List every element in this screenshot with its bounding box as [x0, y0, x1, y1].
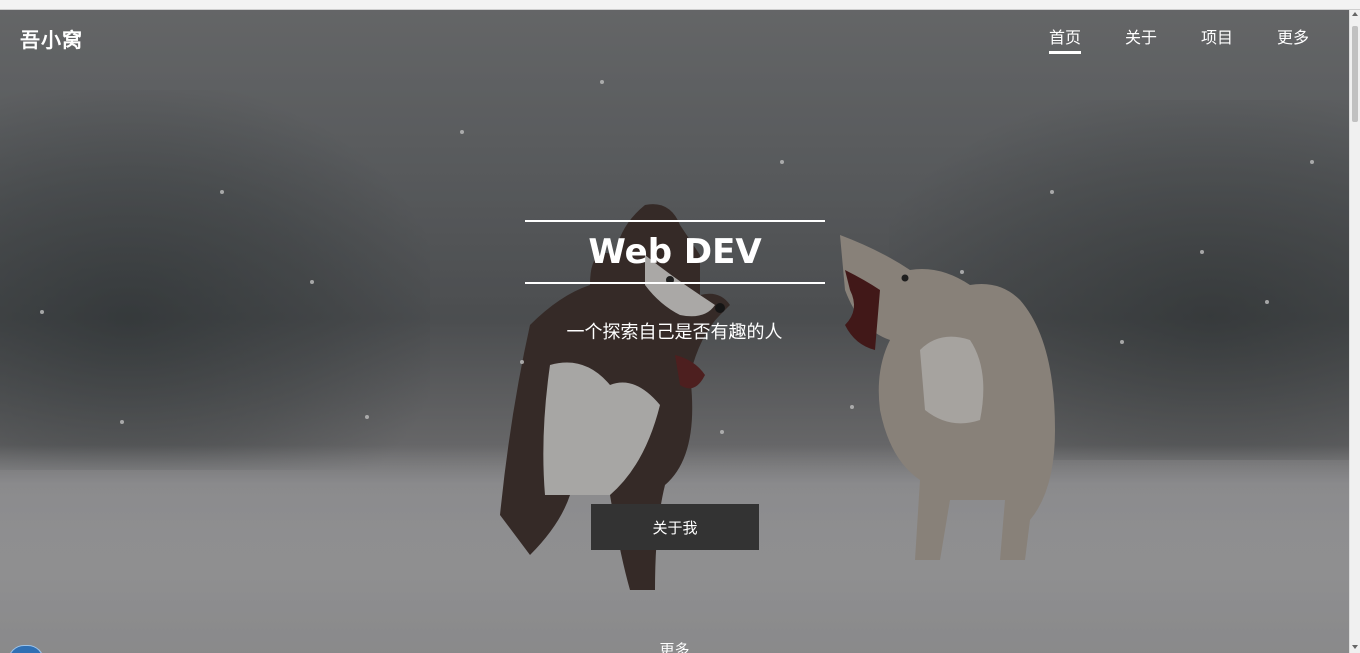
- hero-title: Web DEV: [588, 232, 762, 272]
- nav-item-projects[interactable]: 项目: [1201, 24, 1233, 54]
- page-scrollbar[interactable]: [1349, 10, 1360, 653]
- scroll-down-arrow-icon[interactable]: [1352, 645, 1358, 649]
- scroll-thumb[interactable]: [1352, 26, 1358, 122]
- about-me-button[interactable]: 关于我: [591, 504, 759, 550]
- hero-title-box: Web DEV: [525, 220, 825, 284]
- hero-section: 吾小窝 首页 关于 项目 更多 Web DEV 一个探索自己是否有趣的人 关于我…: [0, 10, 1349, 653]
- nav-item-more[interactable]: 更多: [1277, 24, 1309, 54]
- more-link[interactable]: 更多: [0, 639, 1349, 653]
- nav-item-home[interactable]: 首页: [1048, 24, 1081, 54]
- site-brand[interactable]: 吾小窝: [20, 24, 83, 53]
- hero-subtitle: 一个探索自己是否有趣的人: [566, 322, 783, 343]
- main-nav: 首页 关于 项目 更多: [1048, 24, 1309, 54]
- browser-top-bar: [0, 0, 1360, 10]
- scroll-up-arrow-icon[interactable]: [1352, 12, 1358, 16]
- nav-item-about[interactable]: 关于: [1125, 24, 1157, 54]
